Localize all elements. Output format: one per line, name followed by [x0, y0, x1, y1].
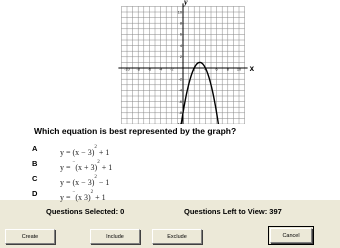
- y-tick-label: 8: [180, 22, 182, 26]
- y-tick-label: 10: [178, 10, 182, 14]
- choice-letter: B: [32, 159, 38, 168]
- x-tick-label: -6: [148, 68, 151, 72]
- choice-letter: D: [32, 189, 38, 198]
- x-tick-label: -4: [159, 68, 162, 72]
- coordinate-graph: -10-8-6-4-2246810108642-2-4-6-8-10 x y: [118, 0, 255, 124]
- x-tick-label: 10: [237, 68, 241, 72]
- choice-equation: y = −(x 3)2 + 1: [60, 190, 106, 202]
- include-button[interactable]: Include: [90, 229, 140, 244]
- x-tick-label: -2: [170, 68, 173, 72]
- y-tick-label: -6: [179, 100, 182, 104]
- y-tick-label: -2: [179, 78, 182, 82]
- x-tick-label: 8: [227, 68, 229, 72]
- y-axis-label: y: [183, 0, 188, 6]
- y-tick-label: -8: [179, 111, 182, 115]
- y-tick-label: 4: [180, 44, 182, 48]
- x-tick-label: -10: [124, 68, 130, 72]
- question-panel: -10-8-6-4-2246810108642-2-4-6-8-10 x y W…: [0, 0, 340, 202]
- x-tick-label: -8: [137, 68, 140, 72]
- choice-letter: A: [32, 144, 38, 153]
- graph-axes: [118, 3, 248, 124]
- y-tick-label: 2: [180, 55, 182, 59]
- questions-left-count: Questions Left to View: 397: [184, 207, 282, 216]
- cancel-button[interactable]: Cancel: [268, 226, 314, 245]
- choice-d[interactable]: D y = −(x 3)2 + 1: [0, 186, 200, 202]
- x-axis-label: x: [250, 64, 255, 73]
- y-tick-label: -4: [179, 89, 182, 93]
- question-text: Which equation is best represented by th…: [34, 126, 237, 136]
- questions-selected-count: Questions Selected: 0: [46, 207, 125, 216]
- create-button[interactable]: Create: [5, 229, 55, 244]
- choice-b[interactable]: B y = −(x + 3)2 + 1: [0, 156, 200, 172]
- choice-a[interactable]: A y = (x − 3)2 + 1: [0, 141, 200, 157]
- choice-c[interactable]: C y = (x − 3)2 − 1: [0, 171, 200, 187]
- choice-letter: C: [32, 174, 38, 183]
- exclude-button[interactable]: Exclude: [152, 229, 202, 244]
- x-tick-label: 6: [216, 68, 218, 72]
- y-tick-label: 6: [180, 33, 182, 37]
